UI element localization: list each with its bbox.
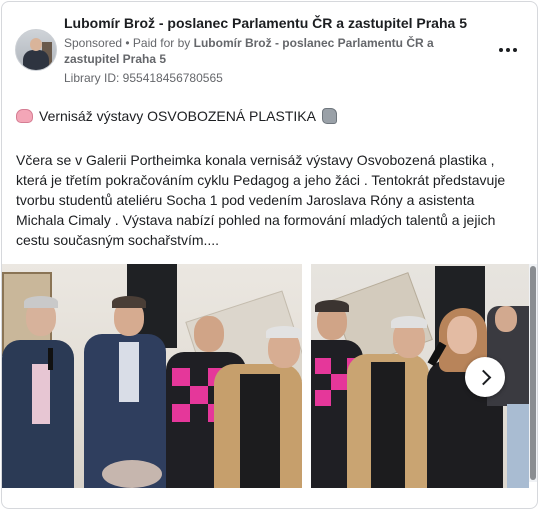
- more-horizontal-icon: [499, 48, 503, 52]
- avatar[interactable]: [15, 29, 57, 71]
- page-name[interactable]: Lubomír Brož - poslanec Parlamentu ČR a …: [64, 15, 484, 31]
- brain-icon: [16, 109, 33, 123]
- ad-card: Lubomír Brož - poslanec Parlamentu ČR a …: [1, 1, 538, 509]
- library-id: Library ID: 955418456780565: [64, 71, 223, 85]
- more-options-button[interactable]: [496, 40, 520, 60]
- sponsored-info: Sponsored • Paid for by Lubomír Brož - p…: [64, 35, 484, 67]
- post-header: Lubomír Brož - poslanec Parlamentu ČR a …: [2, 2, 537, 92]
- chevron-right-icon: [475, 369, 491, 385]
- scrollbar-thumb[interactable]: [530, 266, 536, 480]
- stone-icon: [321, 108, 337, 124]
- post-body-text: Včera se v Galerii Portheimka konala ver…: [16, 152, 506, 248]
- photo-group-men-microphone[interactable]: [2, 264, 302, 488]
- separator: •: [122, 36, 133, 50]
- sponsored-label: Sponsored: [64, 36, 123, 50]
- image-carousel: [2, 264, 529, 488]
- carousel-scrollbar[interactable]: [529, 264, 537, 482]
- post-headline: Vernisáž výstavy OSVOBOZENÁ PLASTIKA: [16, 108, 337, 124]
- paid-for-prefix: Paid for by: [132, 36, 194, 50]
- headline-text: Vernisáž výstavy OSVOBOZENÁ PLASTIKA: [39, 108, 316, 124]
- carousel-next-button[interactable]: [465, 357, 505, 397]
